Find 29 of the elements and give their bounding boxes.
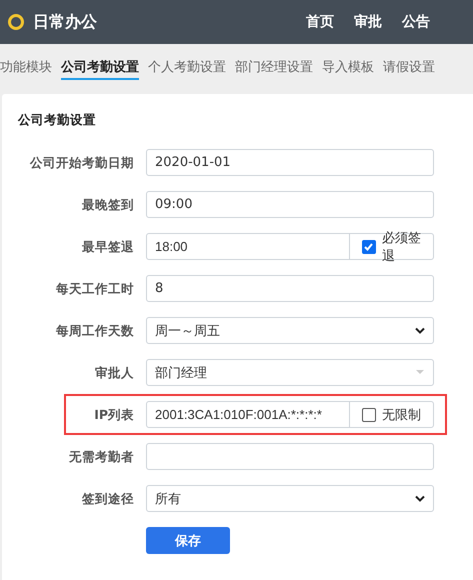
input-field[interactable]: 8 [146, 275, 434, 302]
input-field[interactable]: 18:00 必须签退 [146, 233, 434, 260]
tab[interactable]: 个人考勤设置 [148, 58, 226, 80]
select-field[interactable]: 周一～周五 [146, 317, 434, 344]
tab[interactable]: 公司考勤设置 [61, 58, 139, 80]
nav-link[interactable]: 审批 [354, 13, 382, 31]
field-label: 签到途径 [81, 490, 134, 506]
tab[interactable]: 功能模块 [0, 58, 52, 80]
tab[interactable]: 部门经理设置 [235, 58, 313, 80]
field-label: 每天工作工时 [55, 280, 134, 296]
input-field[interactable]: 2020-01-01 [146, 149, 434, 176]
field-label: 最晚签到 [81, 196, 134, 212]
nav-link[interactable]: 首页 [306, 13, 334, 31]
select-field[interactable]: 所有 [146, 485, 434, 512]
card-title: 公司考勤设置 [18, 112, 97, 129]
field-label: 每周工作天数 [55, 322, 134, 338]
input-field[interactable]: 09:00 [146, 191, 434, 218]
field-label: 无需考勤者 [68, 448, 134, 464]
field-label: IP列表 [93, 406, 134, 422]
checkbox-label: 无限制 [382, 406, 421, 424]
field-label: 审批人 [94, 364, 134, 380]
tab[interactable]: 导入模板 [322, 58, 374, 80]
app-name: 日常办公 [33, 12, 97, 32]
nav-link[interactable]: 公告 [402, 13, 430, 31]
field-label: 最早签退 [81, 238, 134, 254]
tab[interactable]: 请假设置 [383, 58, 435, 80]
save-button[interactable]: 保存 [146, 527, 230, 554]
field-label: 公司开始考勤日期 [28, 154, 134, 170]
input-field[interactable]: 2001:3CA1:010F:001A:*:*:*:* 无限制 [146, 401, 434, 428]
